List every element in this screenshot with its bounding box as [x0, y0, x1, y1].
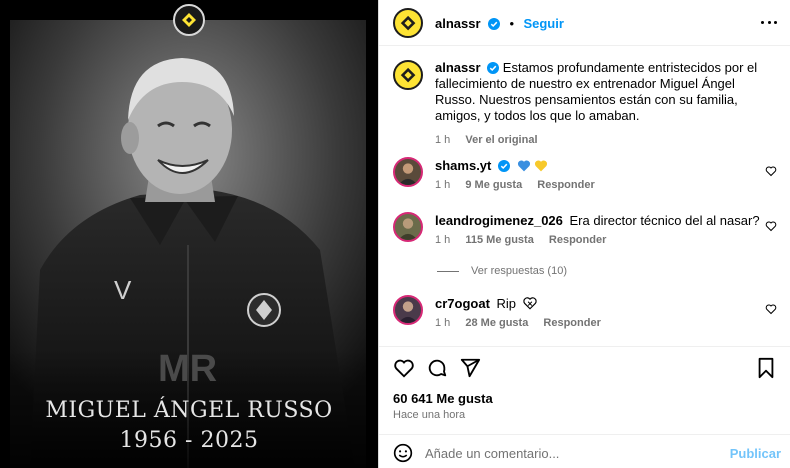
- avatar[interactable]: [393, 295, 423, 325]
- comment-item: shams.yt 1 h 9 Me gusta Responder: [393, 157, 783, 193]
- comment-likes[interactable]: 115 Me gusta: [465, 234, 533, 246]
- see-original-link[interactable]: Ver el original: [465, 134, 537, 146]
- like-count[interactable]: 60 641 Me gusta: [393, 391, 493, 406]
- yellow-heart-icon: [535, 160, 548, 172]
- comment-input[interactable]: [425, 443, 725, 463]
- view-replies-label: Ver respuestas (10): [471, 265, 567, 277]
- comment-item: cr7ogoat Rip 1 h 28 Me gusta Responder: [393, 295, 783, 331]
- like-comment-icon[interactable]: [765, 220, 777, 232]
- save-icon[interactable]: [755, 357, 777, 379]
- post-timestamp[interactable]: Hace una hora: [393, 409, 465, 421]
- view-replies-button[interactable]: Ver respuestas (10): [437, 265, 567, 277]
- replies-divider: [437, 270, 459, 272]
- comment-composer: Publicar: [379, 434, 790, 468]
- mending-heart-icon: [523, 297, 537, 310]
- avatar[interactable]: [393, 157, 423, 187]
- caption-time: 1 h: [435, 134, 451, 146]
- comment-item: leandrogimenez_026 Era director técnico …: [393, 212, 783, 248]
- post-sidebar: alnassr • Seguir alnassr Estamos profund…: [378, 0, 790, 468]
- comment-likes[interactable]: 9 Me gusta: [465, 179, 522, 191]
- club-crest-icon: [173, 4, 205, 36]
- comment-text: Rip: [496, 296, 517, 311]
- reply-button[interactable]: Responder: [549, 234, 606, 246]
- verified-badge-icon: [488, 18, 500, 30]
- club-logo-icon: [400, 15, 416, 31]
- comment-time: 1 h: [435, 179, 451, 191]
- comment-username[interactable]: shams.yt: [435, 158, 491, 173]
- instagram-post-view: V MR MIGUEL ÁNGEL RUSSO 1956 - 2025 alna…: [0, 0, 790, 468]
- comment-icon[interactable]: [426, 357, 448, 379]
- like-comment-icon[interactable]: [765, 303, 777, 315]
- like-icon[interactable]: [393, 357, 415, 379]
- header-username[interactable]: alnassr: [435, 16, 481, 31]
- reply-button[interactable]: Responder: [537, 179, 594, 191]
- emoji-icon[interactable]: [393, 443, 413, 463]
- header-separator: •: [509, 16, 515, 31]
- post-actions: [379, 346, 790, 390]
- jacket-v-mark: V: [114, 275, 132, 305]
- avatar[interactable]: [393, 8, 423, 38]
- blue-heart-icon: [517, 160, 530, 172]
- avatar[interactable]: [393, 212, 423, 242]
- post-media[interactable]: V MR MIGUEL ÁNGEL RUSSO 1956 - 2025: [0, 0, 378, 468]
- caption-username[interactable]: alnassr: [435, 60, 481, 75]
- avatar[interactable]: [393, 60, 423, 90]
- comment-text: Era director técnico del al nasar?: [569, 213, 760, 228]
- share-icon[interactable]: [459, 357, 481, 379]
- caption-text: Estamos profundamente entristecidos por …: [435, 60, 758, 123]
- user-photo-icon: [398, 163, 418, 185]
- comment-username[interactable]: leandrogimenez_026: [435, 213, 563, 228]
- user-photo-icon: [398, 301, 418, 323]
- user-photo-icon: [398, 218, 418, 240]
- memorial-name: MIGUEL ÁNGEL RUSSO: [45, 398, 333, 423]
- follow-button[interactable]: Seguir: [523, 16, 563, 31]
- comment-username[interactable]: cr7ogoat: [435, 296, 490, 311]
- more-options-icon[interactable]: [761, 14, 777, 30]
- club-logo-icon: [400, 67, 416, 83]
- reply-button[interactable]: Responder: [543, 317, 600, 329]
- comment-time: 1 h: [435, 317, 451, 329]
- memorial-years: 1956 - 2025: [119, 428, 259, 453]
- comment-time: 1 h: [435, 234, 451, 246]
- caption-body: alnassr Estamos profundamente entristeci…: [435, 60, 775, 148]
- verified-badge-icon: [498, 160, 510, 172]
- jacket-monogram: MR: [158, 348, 218, 390]
- comment-likes[interactable]: 28 Me gusta: [465, 317, 528, 329]
- post-header: alnassr • Seguir: [379, 0, 790, 46]
- verified-badge-icon: [487, 62, 500, 74]
- publish-button[interactable]: Publicar: [730, 446, 781, 461]
- like-comment-icon[interactable]: [765, 165, 777, 177]
